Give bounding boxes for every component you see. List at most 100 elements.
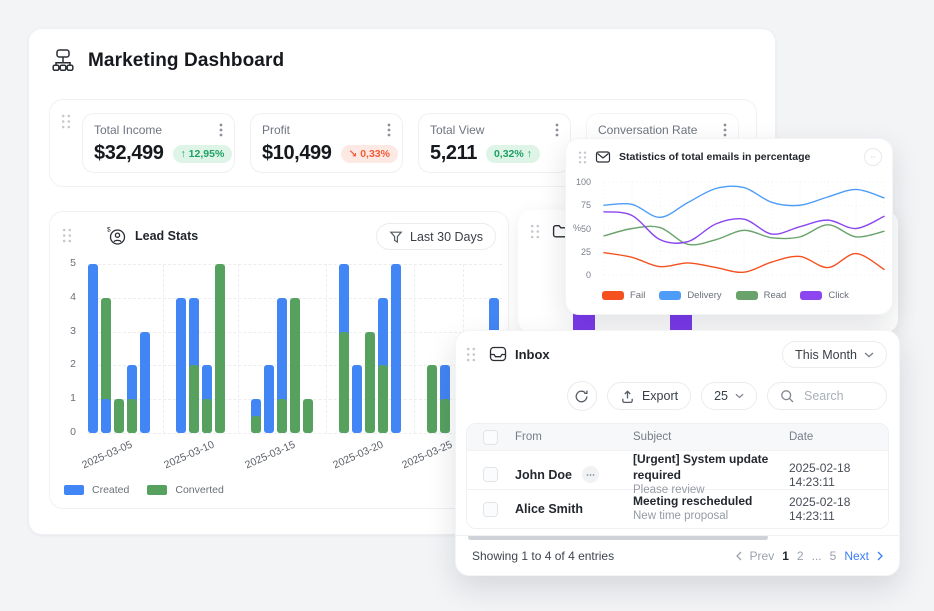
sitemap-icon: [49, 47, 77, 74]
bar[interactable]: [378, 264, 388, 433]
trend-badge: ↘ 0,33%: [341, 145, 399, 163]
bar[interactable]: [303, 264, 313, 433]
legend-item-created: Created: [64, 484, 129, 496]
legend-label: Delivery: [687, 290, 721, 301]
bar-segment: [339, 332, 349, 433]
drag-handle-icon[interactable]: [62, 228, 72, 243]
bar[interactable]: [101, 264, 111, 433]
kebab-menu-icon[interactable]: [387, 123, 391, 137]
bar[interactable]: [365, 264, 375, 433]
chevron-down-icon: [864, 352, 874, 358]
mail-subject: Meeting rescheduled: [633, 493, 789, 509]
bar[interactable]: [264, 264, 274, 433]
panel-menu-button[interactable]: [864, 148, 882, 166]
inbox-table: From Subject Date John Doe [Urgent] Syst…: [466, 423, 889, 529]
pagination: Prev 1 2 ... 5 Next: [736, 549, 883, 563]
bar[interactable]: [290, 264, 300, 433]
bar-group: 2025-03-25: [427, 264, 450, 433]
page-title: Marketing Dashboard: [88, 50, 284, 72]
y-axis-tick: 0: [70, 426, 76, 438]
legend-item-click: Click: [800, 290, 849, 301]
chevron-down-icon: [735, 393, 744, 399]
search-input[interactable]: [802, 388, 880, 404]
svg-text:$: $: [107, 227, 111, 234]
export-button[interactable]: Export: [607, 382, 691, 410]
bar[interactable]: [215, 264, 225, 433]
bar-segment: [140, 332, 150, 433]
bar[interactable]: [251, 264, 261, 433]
table-header-row: From Subject Date: [467, 424, 888, 450]
stat-title: Total Income: [94, 123, 162, 137]
search-box[interactable]: [767, 382, 887, 410]
y-axis-tick: 4: [70, 291, 76, 303]
refresh-button[interactable]: [567, 381, 597, 411]
date-filter-label: Last 30 Days: [410, 230, 483, 244]
lead-stats-title: Lead Stats: [135, 229, 198, 243]
kebab-menu-icon[interactable]: [723, 123, 727, 137]
bar-segment: [101, 399, 111, 433]
kebab-menu-icon[interactable]: [219, 123, 223, 137]
bar-segment: [189, 365, 199, 433]
bar[interactable]: [127, 264, 137, 433]
page-number-5[interactable]: 5: [830, 549, 837, 563]
y-axis-tick: 50: [581, 224, 591, 234]
legend-swatch-read: [736, 291, 758, 300]
y-axis-tick: 5: [70, 257, 76, 269]
bar[interactable]: [427, 264, 437, 433]
select-all-checkbox[interactable]: [483, 430, 498, 445]
mail-date: 2025-02-18 14:23:11: [789, 461, 888, 489]
drag-handle-icon[interactable]: [61, 114, 71, 129]
prev-button[interactable]: Prev: [750, 549, 775, 563]
period-label: This Month: [795, 348, 857, 362]
bar[interactable]: [176, 264, 186, 433]
drag-handle-icon[interactable]: [530, 224, 540, 239]
row-menu-button[interactable]: [582, 466, 599, 483]
bar-segment: [202, 399, 212, 433]
column-header-date: Date: [789, 431, 888, 443]
bar[interactable]: [88, 264, 98, 433]
table-row[interactable]: John Doe [Urgent] System update required…: [467, 450, 888, 489]
stat-card-total-view: Total View 5,211 0,32% ↑: [418, 113, 571, 173]
drag-handle-icon[interactable]: [466, 347, 476, 362]
bar-segment: [440, 399, 450, 433]
export-icon: [620, 389, 635, 404]
line-chart-legend: Fail Delivery Read Click: [602, 290, 849, 301]
page-number-1[interactable]: 1: [782, 549, 789, 563]
bar[interactable]: [189, 264, 199, 433]
date-filter-button[interactable]: Last 30 Days: [376, 223, 496, 250]
grid-line: [88, 433, 502, 434]
bar[interactable]: [202, 264, 212, 433]
bar[interactable]: [140, 264, 150, 433]
table-row[interactable]: Alice Smith Meeting rescheduled New time…: [467, 489, 888, 528]
bar[interactable]: [440, 264, 450, 433]
period-select[interactable]: This Month: [782, 341, 887, 368]
lead-person-icon: $: [106, 225, 127, 246]
bar-segment: [277, 399, 287, 433]
y-axis-tick: 25: [581, 247, 591, 257]
legend-item-read: Read: [736, 290, 787, 301]
y-axis-tick: 2: [70, 358, 76, 370]
bar-segment: [391, 264, 401, 433]
row-checkbox[interactable]: [483, 467, 498, 482]
chevron-left-icon[interactable]: [736, 551, 742, 561]
next-button[interactable]: Next: [844, 549, 869, 563]
page-number-2[interactable]: 2: [797, 549, 804, 563]
email-stats-title: Statistics of total emails in percentage: [619, 151, 810, 163]
page-size-value: 25: [714, 389, 728, 403]
bar[interactable]: [114, 264, 124, 433]
bar[interactable]: [339, 264, 349, 433]
page-size-select[interactable]: 25: [701, 382, 757, 410]
bar[interactable]: [352, 264, 362, 433]
sender-name: John Doe: [515, 468, 572, 482]
inbox-title: Inbox: [515, 347, 550, 362]
kebab-menu-icon[interactable]: [555, 123, 559, 137]
mail-preview: New time proposal: [633, 509, 789, 525]
bar[interactable]: [277, 264, 287, 433]
export-label: Export: [642, 389, 678, 403]
chevron-right-icon[interactable]: [877, 551, 883, 561]
column-header-subject: Subject: [633, 431, 789, 443]
lead-stats-panel: $ Lead Stats Last 30 Days 543210 2025-03…: [49, 211, 509, 509]
bar[interactable]: [391, 264, 401, 433]
bar-segment: [264, 365, 274, 433]
row-checkbox[interactable]: [483, 502, 498, 517]
